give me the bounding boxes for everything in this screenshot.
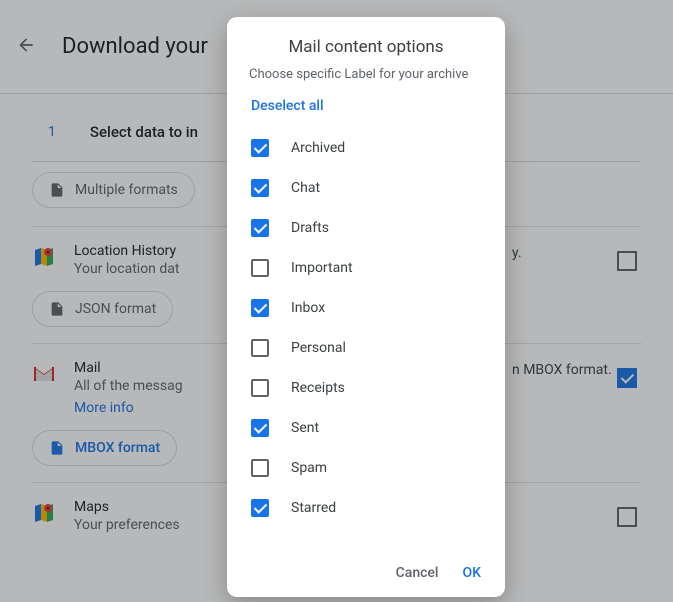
option-label: Receipts — [291, 380, 345, 396]
dialog-title: Mail content options — [227, 17, 505, 67]
checkbox[interactable] — [251, 419, 269, 437]
option-label: Drafts — [291, 220, 329, 236]
option-label: Sent — [291, 420, 319, 436]
checkbox[interactable] — [251, 499, 269, 517]
label-option[interactable]: Drafts — [251, 208, 501, 248]
ok-button[interactable]: OK — [463, 565, 482, 581]
label-option[interactable]: Archived — [251, 128, 501, 168]
label-option[interactable]: Inbox — [251, 288, 501, 328]
checkbox[interactable] — [251, 299, 269, 317]
option-label: Inbox — [291, 300, 325, 316]
cancel-button[interactable]: Cancel — [396, 565, 439, 581]
option-label: Important — [291, 260, 353, 276]
label-option[interactable]: Starred — [251, 488, 501, 528]
label-option[interactable]: Sent — [251, 408, 501, 448]
option-label: Personal — [291, 340, 346, 356]
label-option[interactable]: Spam — [251, 448, 501, 488]
label-option[interactable]: Receipts — [251, 368, 501, 408]
checkbox[interactable] — [251, 179, 269, 197]
checkbox[interactable] — [251, 379, 269, 397]
checkbox[interactable] — [251, 259, 269, 277]
option-label: Archived — [291, 140, 345, 156]
option-label: Starred — [291, 500, 336, 516]
dialog-actions: Cancel OK — [227, 549, 505, 597]
label-option[interactable]: Chat — [251, 168, 501, 208]
dialog-scroll-area[interactable]: Deselect all Archived Chat Drafts Important… — [227, 94, 505, 549]
deselect-all-link[interactable]: Deselect all — [251, 94, 501, 128]
mail-content-options-dialog: Mail content options Choose specific Lab… — [227, 17, 505, 597]
checkbox[interactable] — [251, 459, 269, 477]
label-option[interactable]: Important — [251, 248, 501, 288]
option-label: Chat — [291, 180, 320, 196]
dialog-subtitle: Choose specific Label for your archive — [227, 67, 505, 94]
checkbox[interactable] — [251, 139, 269, 157]
label-option[interactable]: Personal — [251, 328, 501, 368]
checkbox[interactable] — [251, 219, 269, 237]
option-label: Spam — [291, 460, 327, 476]
checkbox[interactable] — [251, 339, 269, 357]
